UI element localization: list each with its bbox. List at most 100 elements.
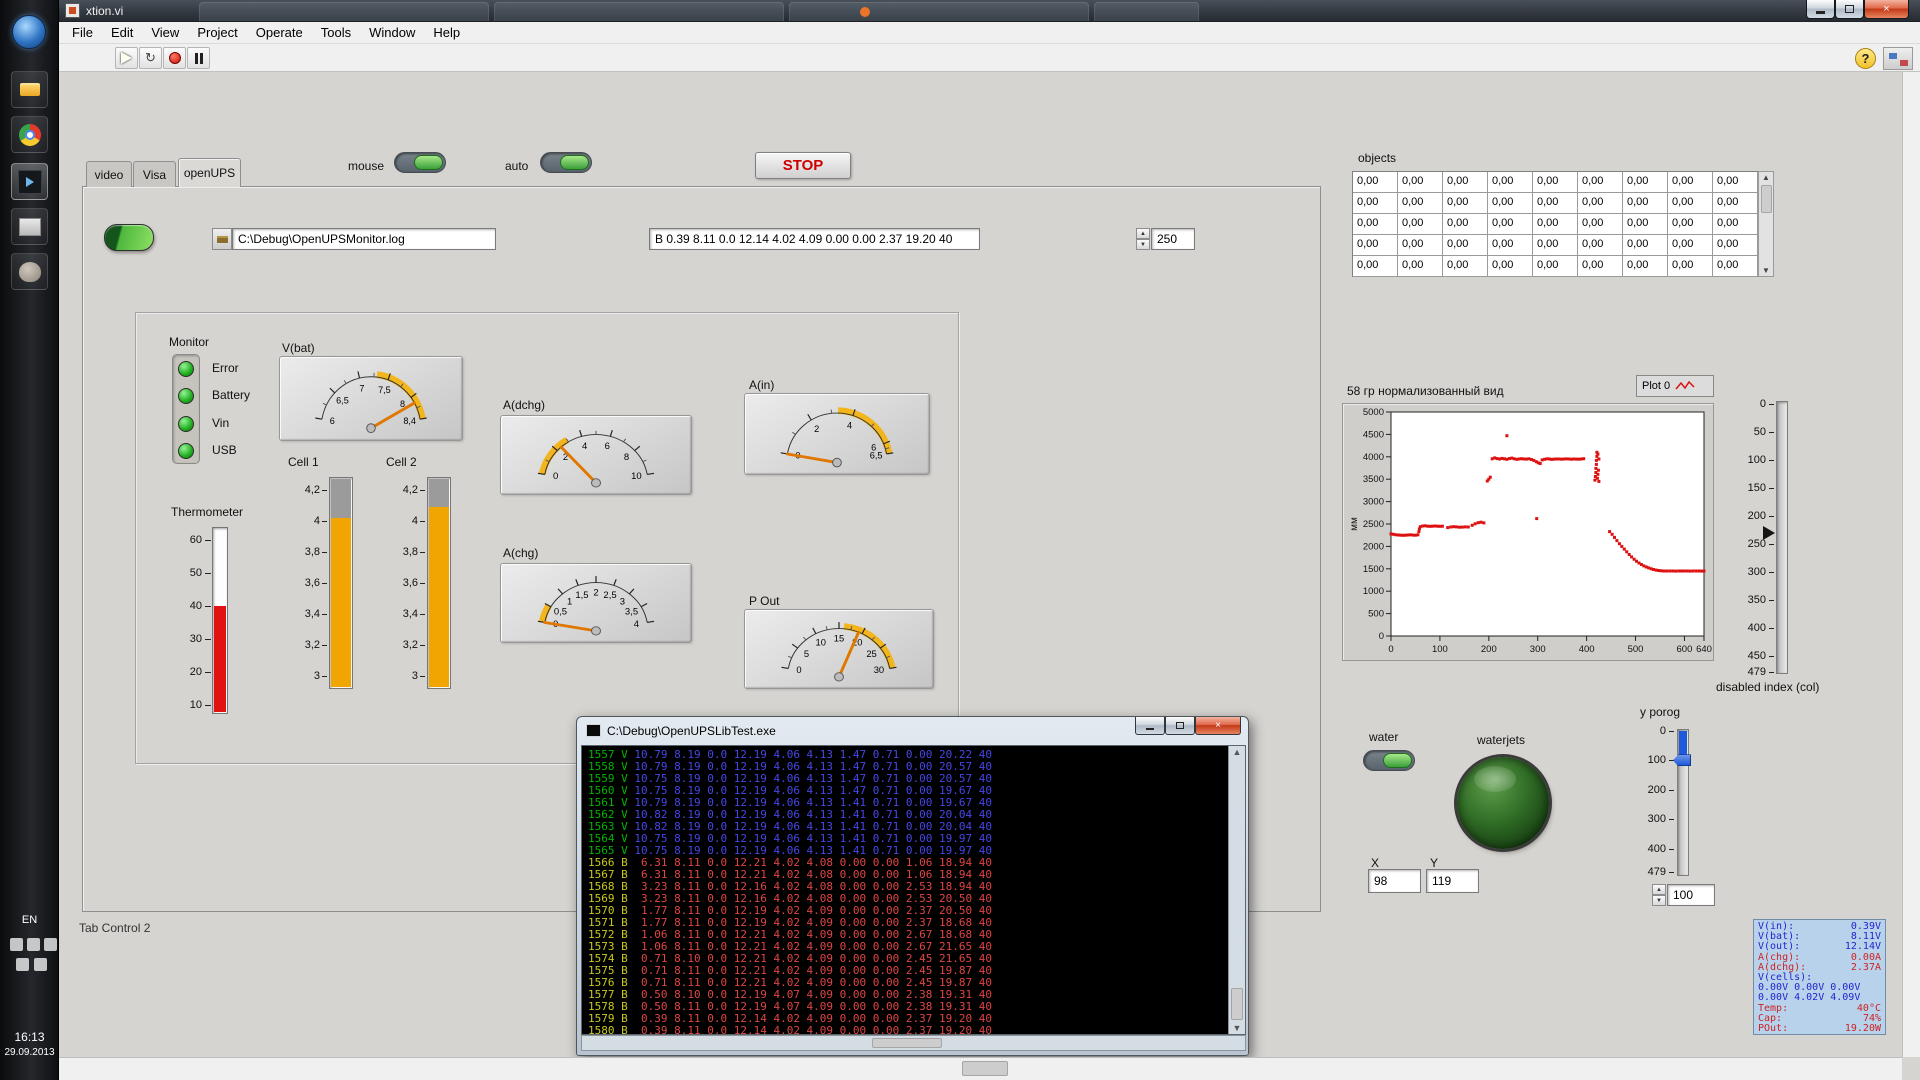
objects-cell[interactable]: 0,00 bbox=[1443, 256, 1488, 277]
yporog-spinner[interactable]: ▲▼ bbox=[1652, 884, 1666, 906]
objects-cell[interactable]: 0,00 bbox=[1443, 214, 1488, 235]
abort-button[interactable] bbox=[163, 47, 186, 69]
page3-button[interactable] bbox=[104, 224, 154, 251]
console-window[interactable]: C:\Debug\OpenUPSLibTest.exe × 1557 V 10.… bbox=[576, 716, 1249, 1056]
objects-cell[interactable]: 0,00 bbox=[1533, 214, 1578, 235]
tray-speaker-icon[interactable] bbox=[16, 958, 29, 971]
maximize-button[interactable] bbox=[1835, 0, 1864, 19]
start-button[interactable] bbox=[12, 15, 46, 49]
waterjets-button[interactable] bbox=[1457, 757, 1549, 849]
browse-folder-icon[interactable] bbox=[212, 228, 232, 250]
objects-cell[interactable]: 0,00 bbox=[1443, 235, 1488, 256]
tray-network-icon[interactable] bbox=[34, 958, 47, 971]
objects-cell[interactable]: 0,00 bbox=[1533, 235, 1578, 256]
taskbar-gimp-icon[interactable] bbox=[11, 253, 48, 290]
y-display[interactable]: 119 bbox=[1426, 869, 1479, 893]
led-error[interactable] bbox=[178, 361, 194, 377]
objects-cell[interactable]: 0,00 bbox=[1443, 172, 1488, 193]
language-indicator[interactable]: EN bbox=[0, 914, 59, 926]
scroll-thumb[interactable] bbox=[962, 1061, 1008, 1076]
objects-cell[interactable]: 0,00 bbox=[1578, 256, 1623, 277]
objects-cell[interactable]: 0,00 bbox=[1668, 256, 1713, 277]
menu-file[interactable]: File bbox=[63, 23, 102, 42]
ms-wait-input[interactable]: 250 bbox=[1151, 228, 1195, 250]
tray-icon[interactable] bbox=[44, 938, 57, 951]
ms-wait-spinner[interactable]: ▲▼ bbox=[1136, 228, 1150, 250]
run-continuous-button[interactable]: ↻ bbox=[139, 47, 162, 69]
water-toggle[interactable] bbox=[1363, 750, 1415, 771]
objects-cell[interactable]: 0,00 bbox=[1488, 256, 1533, 277]
menu-help[interactable]: Help bbox=[424, 23, 469, 42]
scroll-down-icon[interactable]: ▼ bbox=[1229, 1023, 1245, 1033]
yporog-thumb[interactable] bbox=[1673, 754, 1691, 766]
console-horizontal-scrollbar[interactable] bbox=[581, 1035, 1246, 1051]
objects-cell[interactable]: 0,00 bbox=[1353, 235, 1398, 256]
scroll-up-icon[interactable]: ▲ bbox=[1229, 747, 1245, 757]
menu-operate[interactable]: Operate bbox=[247, 23, 312, 42]
objects-cell[interactable]: 0,00 bbox=[1713, 235, 1758, 256]
run-button[interactable] bbox=[115, 47, 138, 69]
minimize-button[interactable] bbox=[1806, 0, 1835, 19]
scroll-thumb[interactable] bbox=[872, 1038, 942, 1048]
objects-cell[interactable]: 0,00 bbox=[1713, 256, 1758, 277]
objects-cell[interactable]: 0,00 bbox=[1443, 193, 1488, 214]
menu-window[interactable]: Window bbox=[360, 23, 424, 42]
tab-visa[interactable]: Visa bbox=[133, 161, 176, 187]
objects-cell[interactable]: 0,00 bbox=[1398, 235, 1443, 256]
scroll-up-icon[interactable]: ▲ bbox=[1762, 173, 1770, 182]
led-vin[interactable] bbox=[178, 416, 194, 432]
yporog-spinner-up[interactable]: ▲ bbox=[1652, 884, 1666, 895]
help-icon[interactable]: ? bbox=[1855, 48, 1876, 69]
objects-cell[interactable]: 0,00 bbox=[1353, 214, 1398, 235]
objects-cell[interactable]: 0,00 bbox=[1578, 172, 1623, 193]
panel-horizontal-scrollbar[interactable] bbox=[59, 1057, 1902, 1080]
scroll-thumb[interactable] bbox=[1231, 988, 1243, 1020]
auto-toggle[interactable] bbox=[540, 152, 592, 173]
window-titlebar[interactable]: xtion.vi × bbox=[59, 0, 1920, 22]
plot-legend[interactable]: Plot 0 bbox=[1636, 375, 1714, 397]
console-minimize-button[interactable] bbox=[1135, 717, 1165, 735]
led-battery[interactable] bbox=[178, 388, 194, 404]
objects-cell[interactable]: 0,00 bbox=[1488, 172, 1533, 193]
objects-cell[interactable]: 0,00 bbox=[1668, 172, 1713, 193]
objects-cell[interactable]: 0,00 bbox=[1398, 193, 1443, 214]
objects-cell[interactable]: 0,00 bbox=[1623, 235, 1668, 256]
disabled-index-thumb[interactable] bbox=[1763, 526, 1775, 540]
yporog-display[interactable]: 100 bbox=[1667, 884, 1715, 906]
yporog-spinner-down[interactable]: ▼ bbox=[1652, 895, 1666, 906]
objects-cell[interactable]: 0,00 bbox=[1578, 214, 1623, 235]
objects-cell[interactable]: 0,00 bbox=[1488, 235, 1533, 256]
scroll-down-icon[interactable]: ▼ bbox=[1762, 266, 1770, 275]
panel-vertical-scrollbar[interactable] bbox=[1902, 72, 1920, 1057]
objects-cell[interactable]: 0,00 bbox=[1713, 193, 1758, 214]
menu-edit[interactable]: Edit bbox=[102, 23, 142, 42]
objects-cell[interactable]: 0,00 bbox=[1578, 193, 1623, 214]
objects-cell[interactable]: 0,00 bbox=[1533, 172, 1578, 193]
ms-wait-spinner-up[interactable]: ▲ bbox=[1136, 228, 1150, 239]
stop-button[interactable]: STOP bbox=[755, 152, 851, 179]
clock-time[interactable]: 16:13 bbox=[0, 1030, 59, 1044]
objects-cell[interactable]: 0,00 bbox=[1353, 172, 1398, 193]
clock-date[interactable]: 29.09.2013 bbox=[0, 1047, 59, 1058]
objects-cell[interactable]: 0,00 bbox=[1713, 172, 1758, 193]
close-button[interactable]: × bbox=[1864, 0, 1909, 19]
scroll-thumb[interactable] bbox=[1761, 185, 1772, 213]
menu-view[interactable]: View bbox=[142, 23, 188, 42]
disabled-index-track[interactable] bbox=[1776, 401, 1788, 674]
objects-cell[interactable]: 0,00 bbox=[1623, 256, 1668, 277]
objects-cell[interactable]: 0,00 bbox=[1398, 256, 1443, 277]
console-maximize-button[interactable] bbox=[1165, 717, 1195, 735]
objects-cell[interactable]: 0,00 bbox=[1623, 193, 1668, 214]
objects-cell[interactable]: 0,00 bbox=[1488, 214, 1533, 235]
menu-tools[interactable]: Tools bbox=[312, 23, 360, 42]
console-vertical-scrollbar[interactable]: ▲ ▼ bbox=[1228, 746, 1245, 1034]
tray-icon[interactable] bbox=[10, 938, 23, 951]
ms-wait-spinner-down[interactable]: ▼ bbox=[1136, 239, 1150, 250]
pause-button[interactable] bbox=[187, 47, 210, 69]
tab-video[interactable]: video bbox=[86, 161, 132, 187]
objects-cell[interactable]: 0,00 bbox=[1353, 193, 1398, 214]
string-input[interactable]: B 0.39 8.11 0.0 12.14 4.02 4.09 0.00 0.0… bbox=[649, 228, 980, 250]
objects-cell[interactable]: 0,00 bbox=[1623, 172, 1668, 193]
tab-openups[interactable]: openUPS bbox=[178, 158, 241, 187]
objects-cell[interactable]: 0,00 bbox=[1533, 193, 1578, 214]
